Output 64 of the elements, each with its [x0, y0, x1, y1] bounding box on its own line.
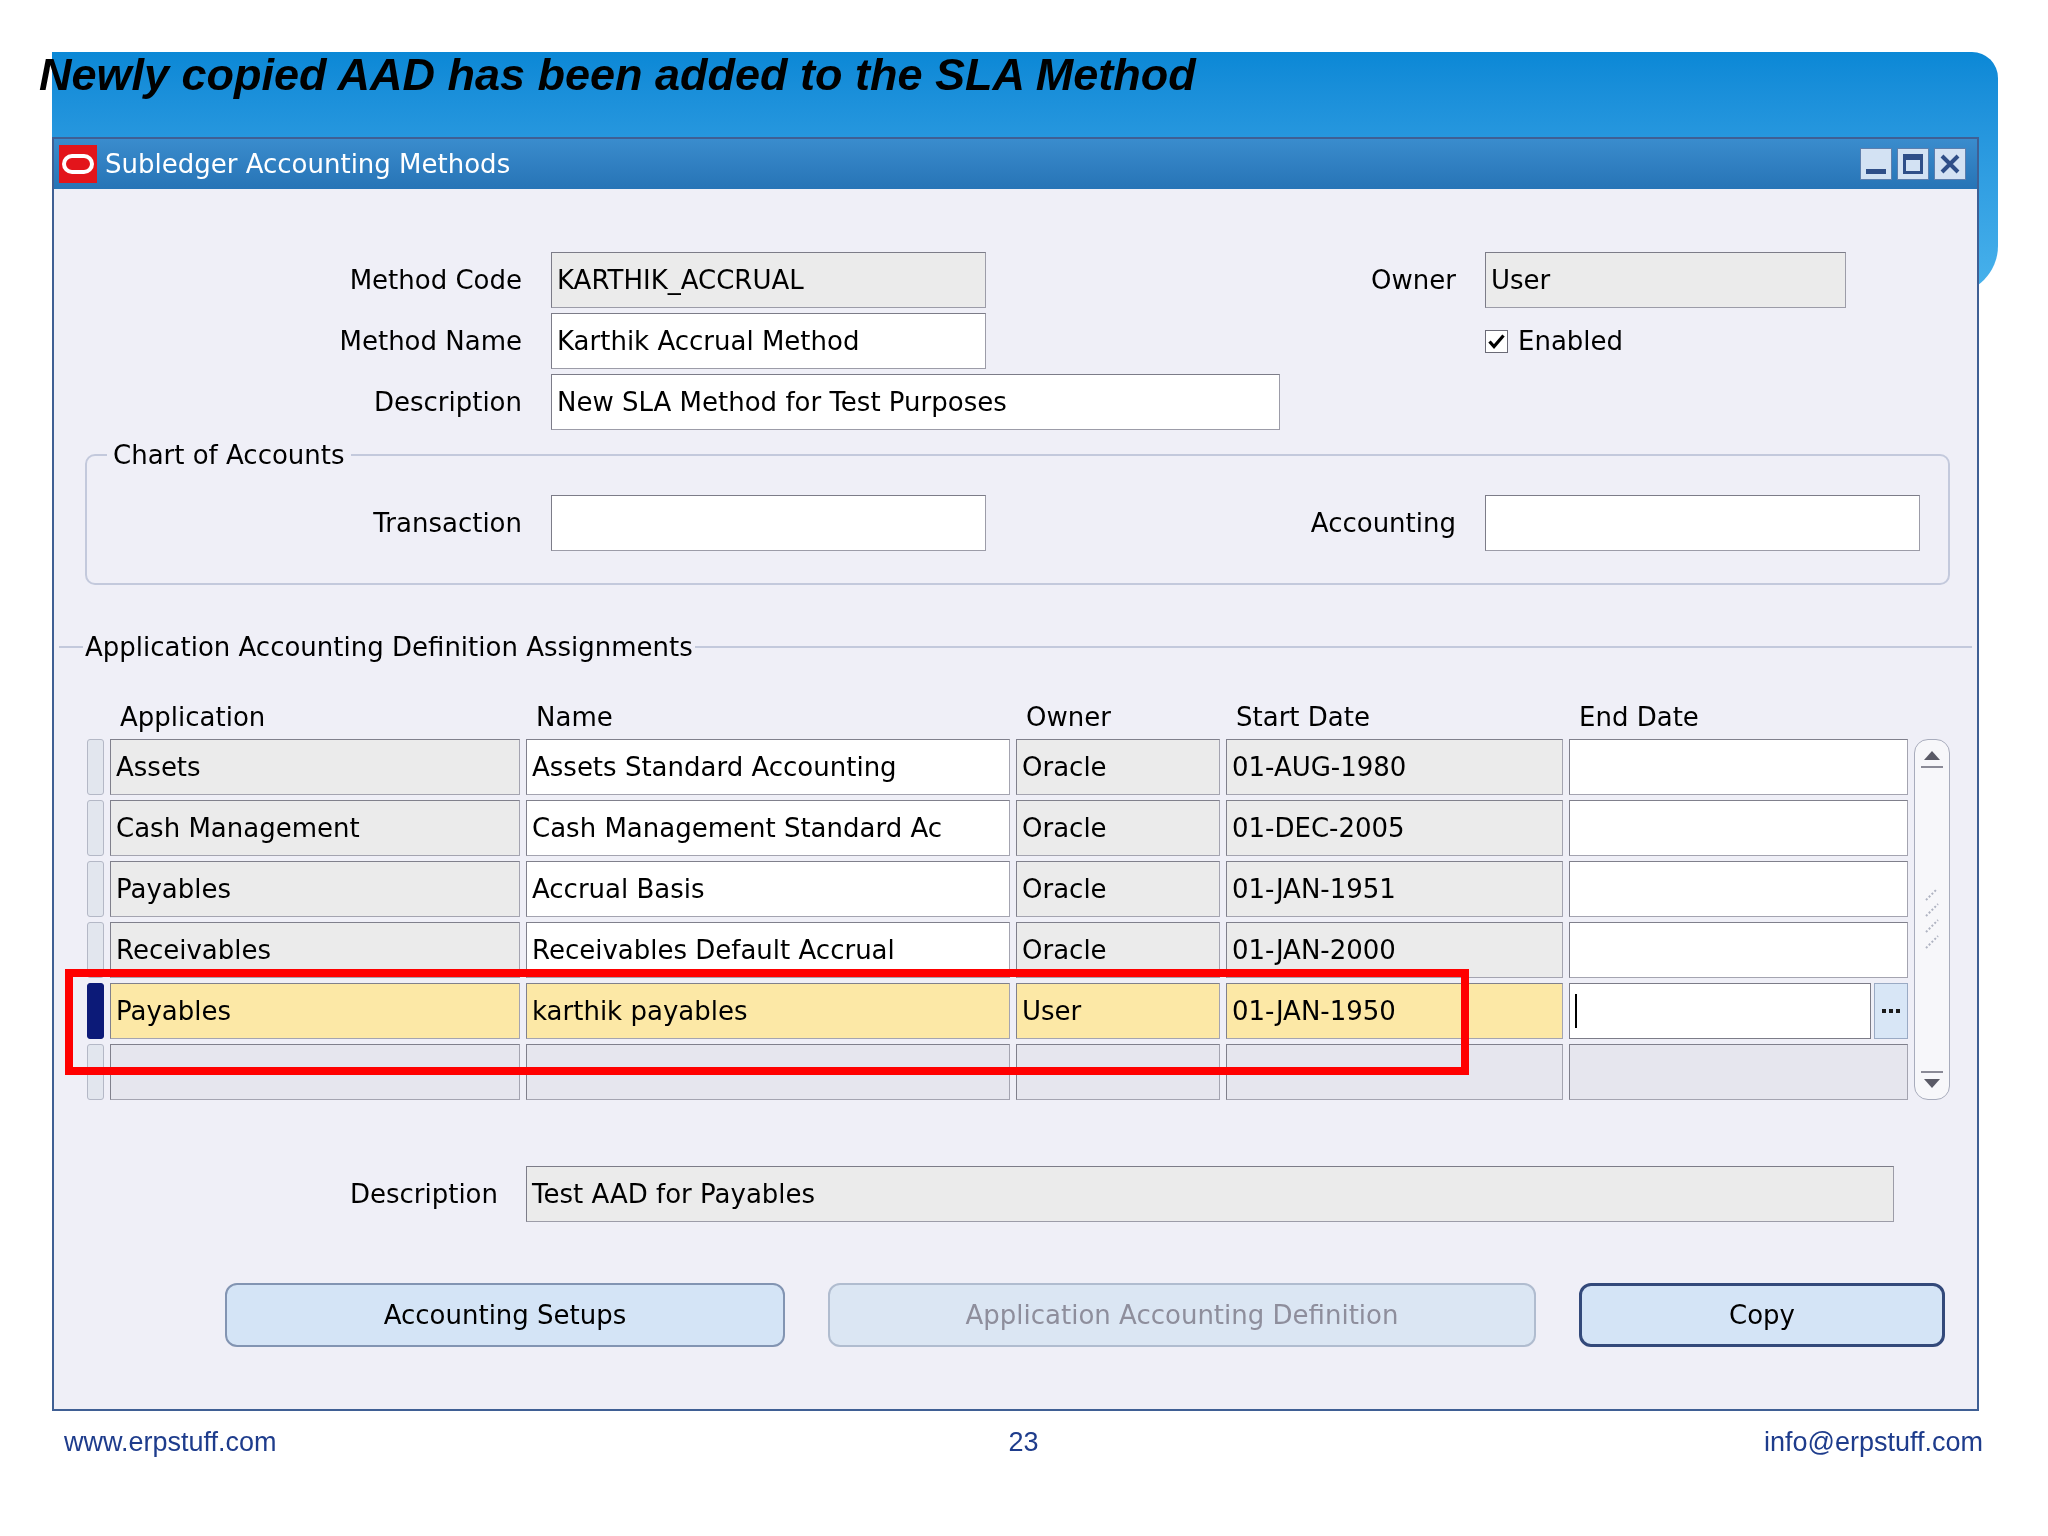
field-label: Description — [349, 1177, 498, 1211]
column-header: Start Date — [1236, 702, 1370, 732]
footer-website: www.erpstuff.com — [64, 1426, 277, 1458]
column-header: Application — [120, 702, 266, 732]
logo-icon — [59, 145, 97, 183]
field-label: Method Code — [349, 263, 522, 297]
close-button[interactable] — [1934, 148, 1966, 180]
grid-field[interactable]: 01-JAN-1950 — [1226, 983, 1563, 1039]
text-field[interactable] — [551, 495, 986, 551]
field-label: Owner — [1371, 263, 1456, 297]
grid-field[interactable]: Cash Management — [110, 800, 520, 856]
list-button[interactable] — [1874, 983, 1908, 1039]
field-label: Transaction — [373, 506, 522, 540]
action-button[interactable]: Copy — [1579, 1283, 1945, 1347]
grid-field[interactable] — [1569, 800, 1908, 856]
grid-field[interactable]: 01-DEC-2005 — [1226, 800, 1563, 856]
column-header: Name — [536, 702, 613, 732]
grid-field[interactable]: Oracle — [1016, 739, 1220, 795]
grid-field[interactable]: karthik payables — [526, 983, 1010, 1039]
grid-field[interactable] — [1569, 922, 1908, 978]
window-title: Subledger Accounting Methods — [105, 147, 511, 181]
ellipsis-icon — [1882, 1009, 1900, 1013]
text-cursor — [1575, 994, 1577, 1028]
grid-field[interactable]: Assets Standard Accounting — [526, 739, 1010, 795]
grid-field[interactable] — [1569, 1044, 1908, 1100]
maximize-button[interactable] — [1897, 148, 1929, 180]
minimize-button[interactable] — [1860, 148, 1892, 180]
grid-field[interactable] — [1569, 983, 1871, 1039]
grid-field[interactable]: Oracle — [1016, 800, 1220, 856]
field-label: Accounting — [1310, 506, 1456, 540]
text-field[interactable]: New SLA Method for Test Purposes — [551, 374, 1280, 430]
maximize-icon — [1903, 154, 1923, 174]
grid-field[interactable]: Accrual Basis — [526, 861, 1010, 917]
column-header: End Date — [1579, 702, 1699, 732]
close-icon — [1940, 154, 1960, 174]
grid-field[interactable] — [1569, 739, 1908, 795]
page-number: 23 — [1008, 1426, 1039, 1458]
field-label: Method Name — [339, 324, 522, 358]
checkbox[interactable] — [1485, 329, 1508, 353]
grid-field[interactable]: 01-JAN-1951 — [1226, 861, 1563, 917]
grid-field[interactable]: Oracle — [1016, 861, 1220, 917]
action-button[interactable]: Accounting Setups — [225, 1283, 785, 1347]
section-title: Application Accounting Definition Assignments — [84, 631, 694, 663]
text-field[interactable]: User — [1485, 252, 1846, 308]
grid-field[interactable]: Assets — [110, 739, 520, 795]
text-field[interactable]: KARTHIK_ACCRUAL — [551, 252, 986, 308]
grid-field[interactable]: User — [1016, 983, 1220, 1039]
text-field[interactable]: Karthik Accrual Method — [551, 313, 986, 369]
text-field[interactable] — [1485, 495, 1920, 551]
grid-field[interactable]: Payables — [110, 861, 520, 917]
field-label: Description — [373, 385, 522, 419]
checkbox-label: Enabled — [1518, 324, 1624, 358]
grid-field[interactable]: 01-JAN-2000 — [1226, 922, 1563, 978]
grid-field[interactable]: Payables — [110, 983, 520, 1039]
minimize-icon — [1866, 169, 1886, 174]
group-title: Chart of Accounts — [112, 439, 346, 471]
column-header: Owner — [1026, 702, 1111, 732]
text-field[interactable]: Test AAD for Payables — [526, 1166, 1894, 1222]
grid-field[interactable] — [1569, 861, 1908, 917]
grid-field[interactable]: Cash Management Standard Ac — [526, 800, 1010, 856]
checkmark-icon — [1488, 333, 1505, 349]
grid-field[interactable]: 01-AUG-1980 — [1226, 739, 1563, 795]
footer-email: info@erpstuff.com — [1764, 1426, 1983, 1458]
scrollbar[interactable] — [1914, 739, 1950, 1100]
